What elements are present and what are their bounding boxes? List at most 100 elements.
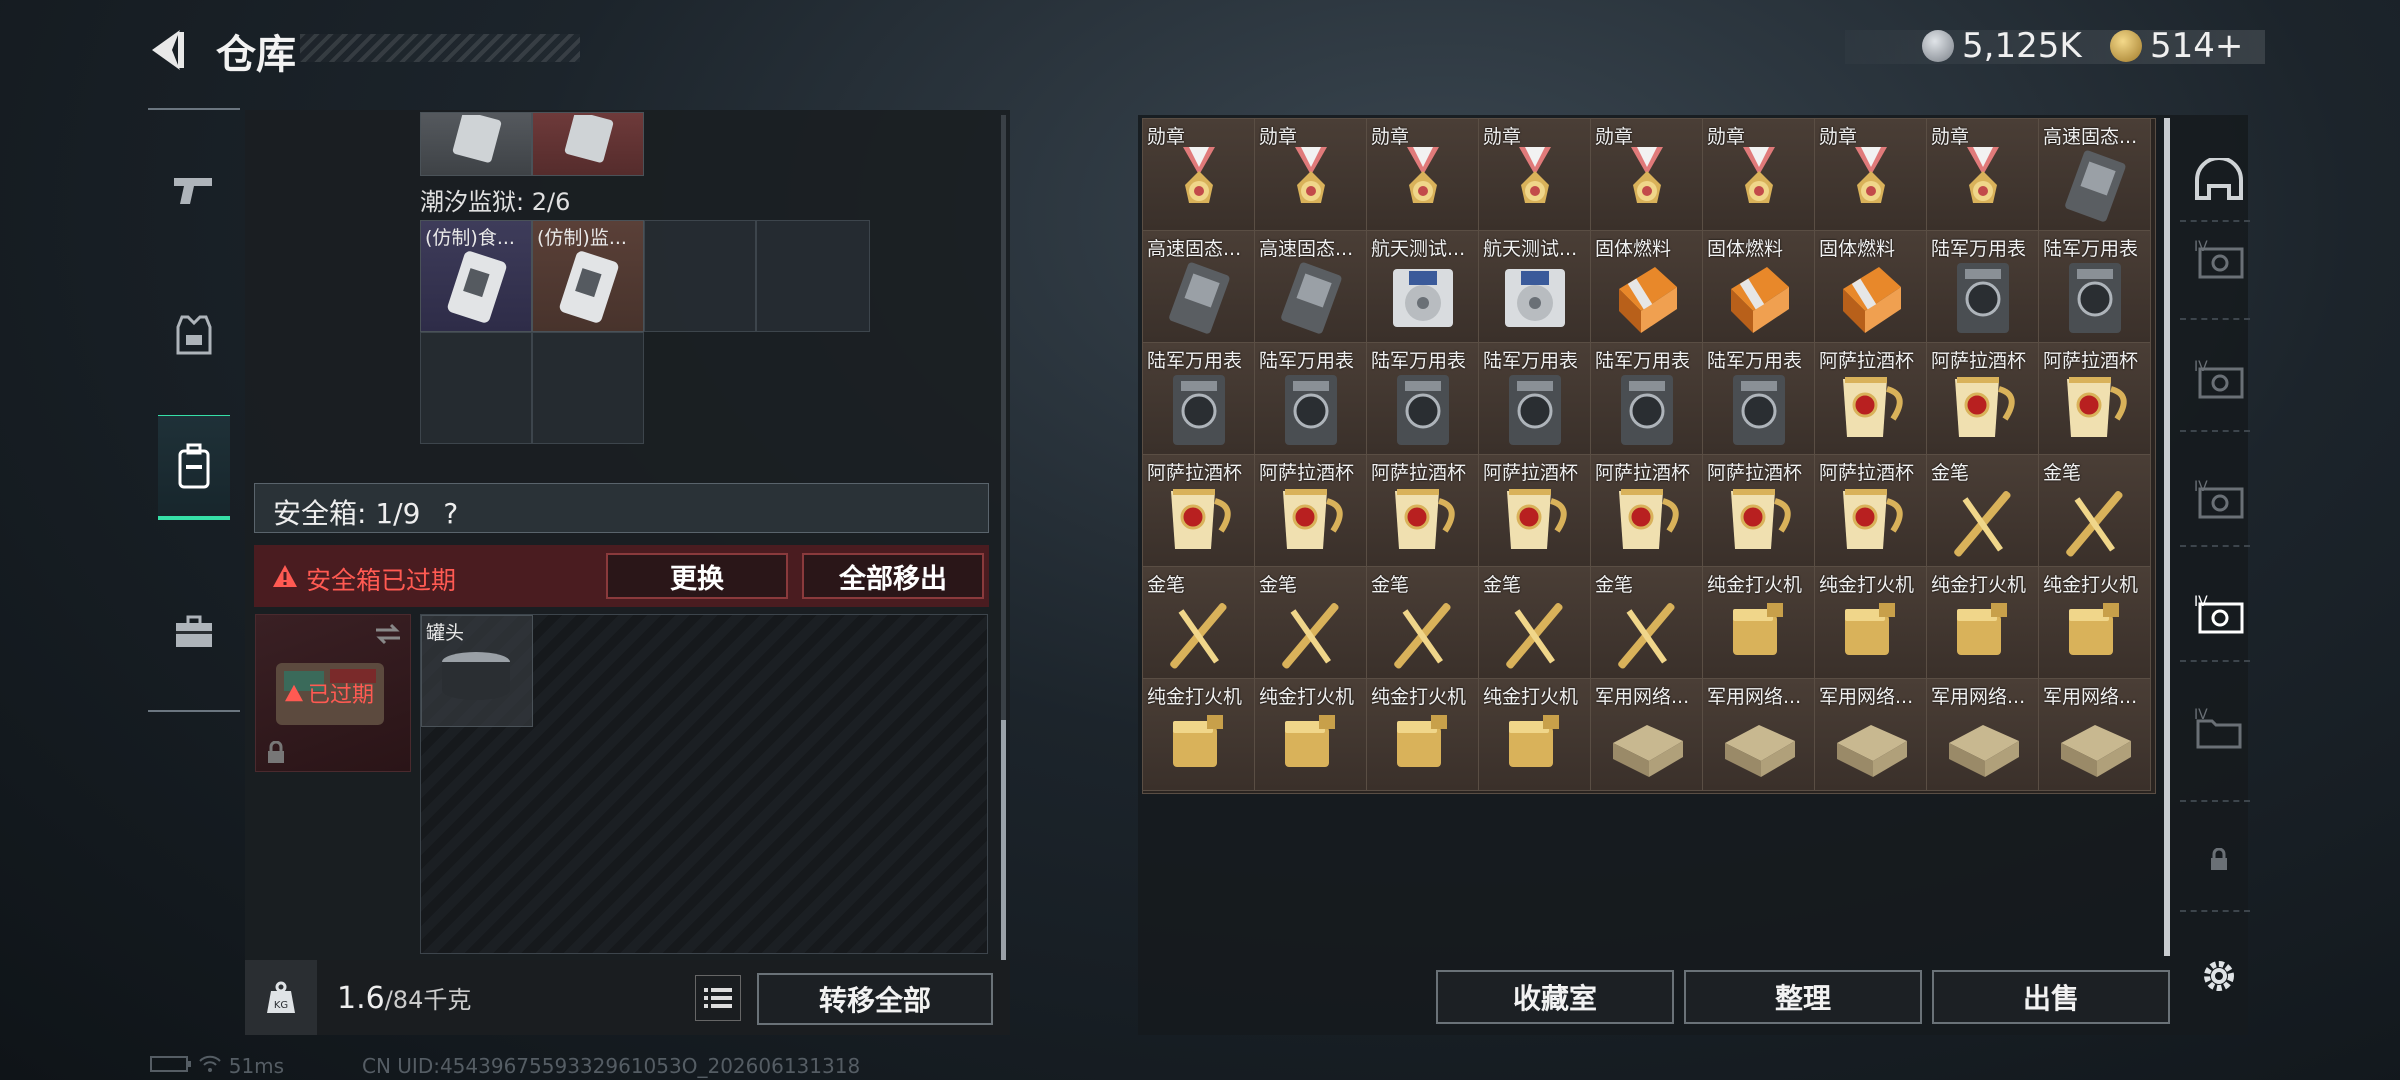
lighter-icon xyxy=(1173,715,1223,767)
inventory-slot[interactable]: 勋章 xyxy=(1367,119,1479,231)
rnav-helmet[interactable] xyxy=(2190,150,2248,210)
inventory-slot[interactable]: 军用网络... xyxy=(2039,679,2151,791)
transfer-all-button[interactable]: 转移全部 xyxy=(757,973,993,1025)
inventory-slot[interactable]: 陆军万用表 xyxy=(1479,343,1591,455)
inventory-slot[interactable]: 勋章 xyxy=(1479,119,1591,231)
inventory-slot[interactable]: 陆军万用表 xyxy=(2039,231,2151,343)
rnav-divider xyxy=(2180,910,2250,912)
inventory-slot[interactable]: 阿萨拉酒杯 xyxy=(1815,455,1927,567)
item-label: 陆军万用表 xyxy=(1483,350,1579,372)
inventory-slot[interactable]: 航天测试... xyxy=(1479,231,1591,343)
inventory-slot[interactable]: 阿萨拉酒杯 xyxy=(1143,455,1255,567)
inventory-slot[interactable]: 金笔 xyxy=(1367,567,1479,679)
inventory-slot[interactable]: 固体燃料 xyxy=(1591,231,1703,343)
inventory-slot[interactable]: 勋章 xyxy=(1927,119,2039,231)
medal-icon xyxy=(1631,147,1663,203)
safe-box-slot[interactable]: 已过期 xyxy=(255,614,411,772)
nav-armor[interactable] xyxy=(158,285,230,385)
inventory-slot[interactable]: 纯金打火机 xyxy=(1479,679,1591,791)
rnav-case-1[interactable]: IV xyxy=(2190,230,2248,290)
inventory-slot[interactable]: 纯金打火机 xyxy=(1927,567,2039,679)
collection-room-button[interactable]: 收藏室 xyxy=(1436,970,1674,1024)
swap-icon[interactable] xyxy=(374,623,402,645)
inventory-slot[interactable]: 金笔 xyxy=(1591,567,1703,679)
can-item[interactable]: 罐头 xyxy=(421,615,533,727)
inventory-slot[interactable]: 陆军万用表 xyxy=(1927,231,2039,343)
inventory-slot[interactable]: 阿萨拉酒杯 xyxy=(1591,455,1703,567)
pen-icon xyxy=(1506,603,1563,669)
replace-button[interactable]: 更换 xyxy=(606,553,788,599)
inventory-slot[interactable]: 阿萨拉酒杯 xyxy=(1367,455,1479,567)
nav-weapons[interactable] xyxy=(158,140,230,240)
inventory-slot[interactable]: 军用网络... xyxy=(1927,679,2039,791)
inventory-slot[interactable]: 陆军万用表 xyxy=(1255,343,1367,455)
inventory-slot[interactable]: 勋章 xyxy=(1591,119,1703,231)
inventory-slot[interactable]: 金笔 xyxy=(1479,567,1591,679)
rnav-case-3[interactable]: IV xyxy=(2190,470,2248,530)
inventory-slot[interactable]: 阿萨拉酒杯 xyxy=(1927,343,2039,455)
inventory-slot[interactable]: 高速固态... xyxy=(1143,231,1255,343)
item-label: 固体燃料 xyxy=(1707,238,1784,260)
inventory-slot[interactable]: 金笔 xyxy=(2039,455,2151,567)
storage-item-partial[interactable] xyxy=(532,112,644,176)
nav-backpack[interactable] xyxy=(158,415,230,520)
medal-icon xyxy=(1855,147,1887,203)
empty-slot[interactable] xyxy=(532,332,644,444)
inventory-slot[interactable]: 勋章 xyxy=(1815,119,1927,231)
help-icon[interactable]: ? xyxy=(443,497,458,530)
empty-slot[interactable] xyxy=(756,220,870,332)
rnav-case-2[interactable]: IV xyxy=(2190,350,2248,410)
storage-item-partial[interactable] xyxy=(420,112,532,176)
empty-slot[interactable] xyxy=(420,332,532,444)
move-all-out-button[interactable]: 全部移出 xyxy=(802,553,984,599)
sell-button[interactable]: 出售 xyxy=(1932,970,2170,1024)
inventory-slot[interactable]: 阿萨拉酒杯 xyxy=(1255,455,1367,567)
inventory-slot[interactable]: 军用网络... xyxy=(1703,679,1815,791)
inventory-slot[interactable]: 陆军万用表 xyxy=(1367,343,1479,455)
inventory-slot[interactable]: 金笔 xyxy=(1255,567,1367,679)
list-view-button[interactable] xyxy=(695,975,741,1021)
inventory-slot[interactable]: 高速固态... xyxy=(2039,119,2151,231)
inventory-slot[interactable]: 陆军万用表 xyxy=(1703,343,1815,455)
inventory-slot[interactable]: 固体燃料 xyxy=(1815,231,1927,343)
inventory-slot[interactable]: 陆军万用表 xyxy=(1591,343,1703,455)
pen-icon xyxy=(2066,491,2123,557)
inventory-grid: 勋章 勋章 勋章 勋章 勋章 勋章 勋章 勋章 高速固态... 高速固态... 高速固态... 航天测… xyxy=(1142,118,2156,794)
inventory-slot[interactable]: 纯金打火机 xyxy=(1255,679,1367,791)
prison-item-monitor[interactable]: (仿制)监... xyxy=(532,220,644,332)
inventory-slot[interactable]: 军用网络... xyxy=(1591,679,1703,791)
inventory-slot[interactable]: 勋章 xyxy=(1255,119,1367,231)
prison-item-food[interactable]: (仿制)食... xyxy=(420,220,532,332)
inventory-slot[interactable]: 勋章 xyxy=(1143,119,1255,231)
cup-icon xyxy=(1731,489,1791,549)
inventory-slot[interactable]: 阿萨拉酒杯 xyxy=(2039,343,2151,455)
currency-gold[interactable]: 514+ xyxy=(2110,26,2243,66)
inventory-slot[interactable]: 金笔 xyxy=(1143,567,1255,679)
inventory-slot[interactable]: 勋章 xyxy=(1703,119,1815,231)
inventory-slot[interactable]: 陆军万用表 xyxy=(1143,343,1255,455)
nav-case[interactable] xyxy=(158,582,230,682)
inventory-slot[interactable]: 纯金打火机 xyxy=(1367,679,1479,791)
inventory-slot[interactable]: 军用网络... xyxy=(1815,679,1927,791)
inventory-slot[interactable]: 纯金打火机 xyxy=(2039,567,2151,679)
inventory-slot[interactable]: 阿萨拉酒杯 xyxy=(1815,343,1927,455)
inventory-slot[interactable]: 阿萨拉酒杯 xyxy=(1479,455,1591,567)
inventory-slot[interactable]: 阿萨拉酒杯 xyxy=(1703,455,1815,567)
inventory-slot[interactable]: 纯金打火机 xyxy=(1143,679,1255,791)
back-arrow-icon[interactable] xyxy=(148,28,188,72)
sort-button[interactable]: 整理 xyxy=(1684,970,1922,1024)
left-scrollbar[interactable] xyxy=(1001,115,1006,960)
rnav-folder[interactable]: IV xyxy=(2190,700,2248,760)
item-label: 阿萨拉酒杯 xyxy=(1259,462,1355,484)
inventory-slot[interactable]: 纯金打火机 xyxy=(1703,567,1815,679)
inventory-slot[interactable]: 纯金打火机 xyxy=(1815,567,1927,679)
empty-slot[interactable] xyxy=(644,220,756,332)
medal-icon xyxy=(1743,147,1775,203)
right-scrollbar[interactable] xyxy=(2164,118,2170,956)
inventory-slot[interactable]: 高速固态... xyxy=(1255,231,1367,343)
inventory-slot[interactable]: 航天测试... xyxy=(1367,231,1479,343)
rnav-case-active[interactable]: IV xyxy=(2190,585,2248,645)
settings-button[interactable] xyxy=(2190,946,2248,1006)
inventory-slot[interactable]: 固体燃料 xyxy=(1703,231,1815,343)
inventory-slot[interactable]: 金笔 xyxy=(1927,455,2039,567)
